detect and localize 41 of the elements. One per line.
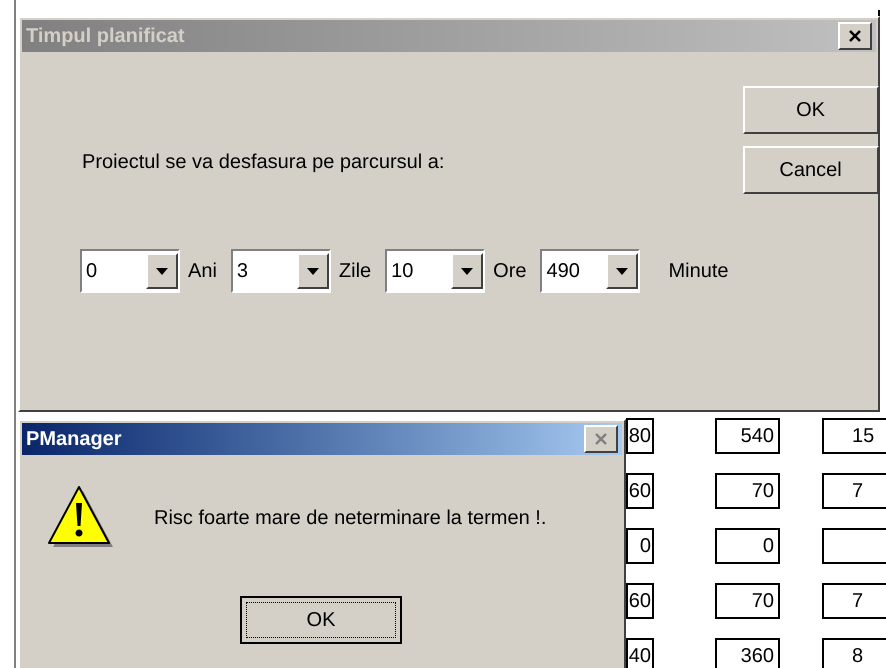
caret-icon xyxy=(156,268,168,274)
combo-box[interactable]: 10 xyxy=(385,249,486,293)
dropdown-button[interactable] xyxy=(146,253,178,289)
table-cell: 8 xyxy=(822,638,886,668)
table-cell: 70 xyxy=(715,473,780,509)
dialog-button[interactable]: Cancel xyxy=(742,146,879,194)
dropdown-button[interactable] xyxy=(606,253,638,289)
table-cell: 360 xyxy=(715,638,780,668)
ok-button[interactable]: OK xyxy=(240,596,402,644)
dropdown-button[interactable] xyxy=(451,253,484,289)
window-title: Timpul planificat xyxy=(26,24,185,49)
close-icon xyxy=(593,431,609,447)
close-button[interactable] xyxy=(584,425,618,453)
close-icon xyxy=(847,28,863,44)
unit-label: Ore xyxy=(493,259,526,284)
combo-box[interactable]: 3 xyxy=(230,249,331,293)
table-cell: 80 xyxy=(626,418,654,454)
combo-box[interactable]: 490 xyxy=(540,249,640,293)
prompt-text: Proiectul se va desfasura pe parcursul a: xyxy=(82,150,446,175)
table-cell: 0 xyxy=(626,528,654,564)
table-cell: 7 xyxy=(822,583,886,619)
table-cell: 60 xyxy=(626,583,654,619)
message-text: Risc foarte mare de neterminare la termen !. xyxy=(154,506,546,531)
dialog-button[interactable]: OK xyxy=(742,86,879,134)
unit-label: Ani xyxy=(188,259,217,284)
caret-icon xyxy=(461,268,474,274)
table-cell: 0 xyxy=(715,528,780,564)
table-cell: 540 xyxy=(715,418,780,454)
caret-icon xyxy=(616,268,628,274)
unit-label: Minute xyxy=(668,259,729,284)
dropdown-button[interactable] xyxy=(296,253,329,289)
caret-icon xyxy=(306,268,319,274)
table-cell: 7 xyxy=(822,473,886,509)
table-cell: 60 xyxy=(626,473,654,509)
combo-box[interactable]: 0 xyxy=(80,249,180,293)
close-button[interactable] xyxy=(838,22,872,50)
window-title: PManager xyxy=(26,427,122,452)
table-cell xyxy=(822,528,886,564)
unit-label: Zile xyxy=(338,259,372,284)
table-cell: 15 xyxy=(822,418,886,454)
table-cell: 70 xyxy=(715,583,780,619)
